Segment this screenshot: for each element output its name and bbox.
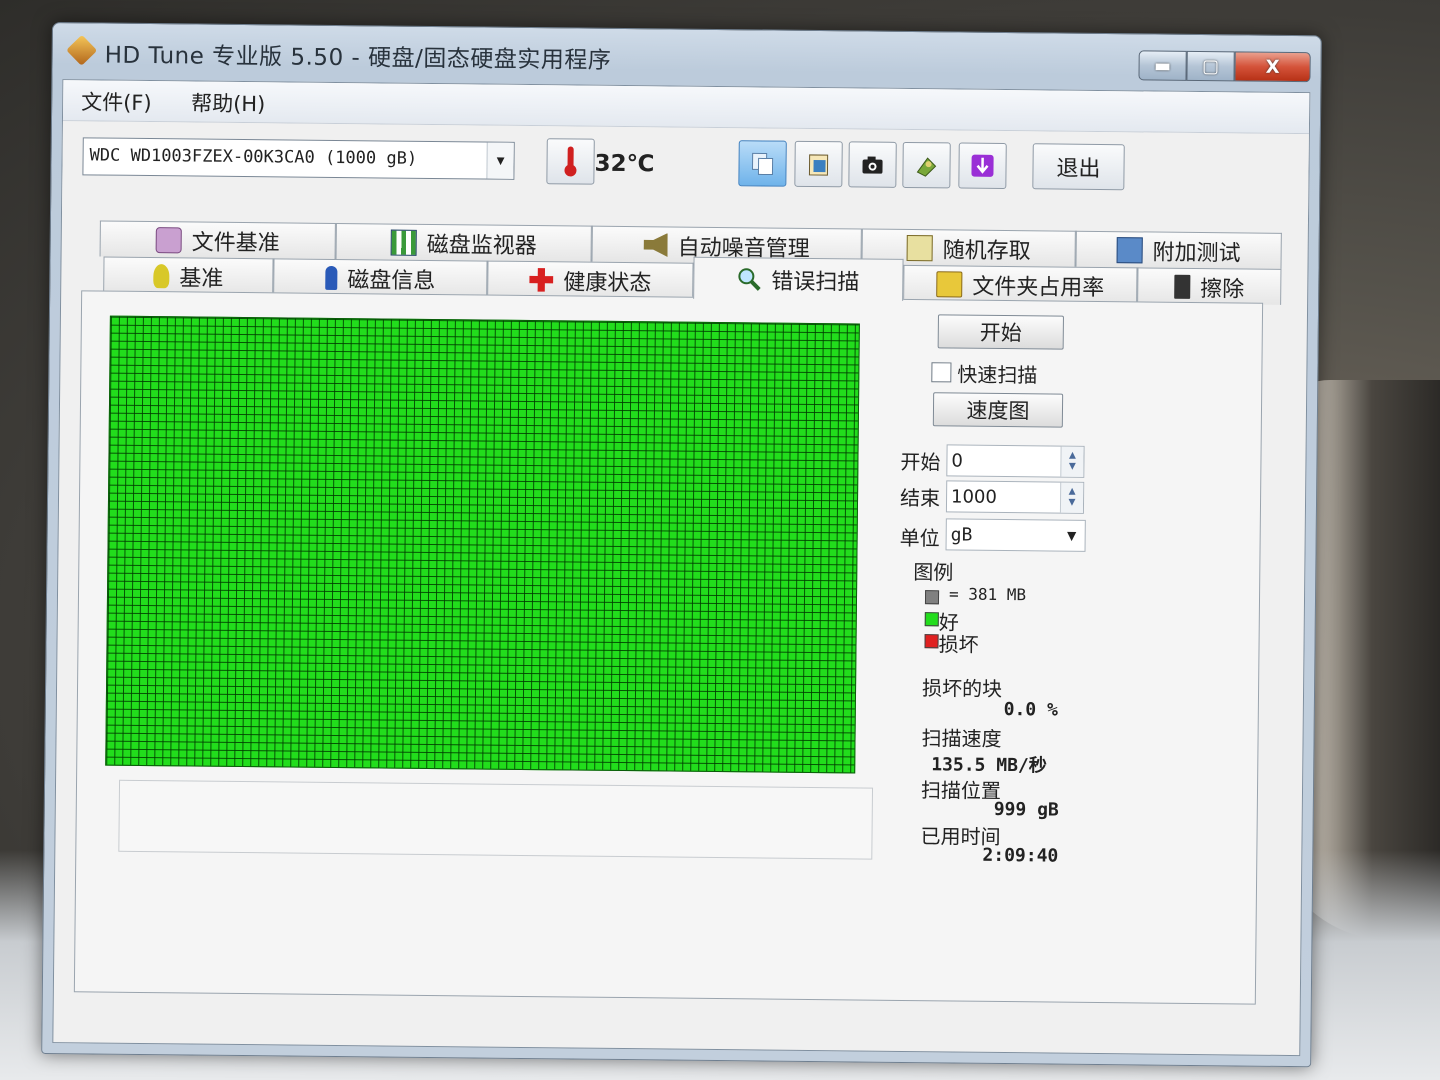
extra-tests-icon [1116, 236, 1143, 263]
tab-label: 文件基准 [191, 229, 280, 256]
app-window: HD Tune 专业版 5.50 - 硬盘/固态硬盘实用程序 ▬ ▢ X 文件(… [41, 22, 1322, 1068]
download-button[interactable] [958, 142, 1007, 190]
scan-speed-value: 135.5 MB/秒 [931, 754, 1047, 777]
client-area: 文件(F) 帮助(H) WDC WD1003FZEX-00K3CA0 (1000… [52, 79, 1311, 1057]
tab-disk-monitor[interactable]: 磁盘监视器 [335, 222, 592, 262]
start-button[interactable]: 开始 [937, 314, 1064, 350]
tab-label: 附加测试 [1152, 240, 1241, 266]
tab-health[interactable]: 健康状态 [487, 260, 694, 299]
unit-value: gB [950, 524, 973, 546]
bar-chart-icon [390, 229, 417, 256]
minimize-button[interactable]: ▬ [1138, 50, 1187, 81]
chevron-down-icon[interactable]: ▼ [1059, 521, 1085, 551]
legend-good-swatch [924, 612, 939, 627]
copy-button[interactable] [738, 140, 787, 187]
random-access-icon [906, 234, 933, 261]
temperature-button[interactable] [546, 138, 595, 185]
start-position-label: 开始 [900, 449, 941, 475]
copy-icon [751, 152, 774, 176]
tab-folder-usage[interactable]: 文件夹占用率 [903, 264, 1138, 304]
legend-block-size: = 381 MB [948, 584, 1027, 605]
camera-icon [862, 156, 883, 174]
speed-map-button[interactable]: 速度图 [932, 392, 1064, 428]
legend-title: 图例 [913, 560, 954, 585]
legend-bad-label: 损坏 [938, 632, 979, 657]
start-position-field[interactable]: 0 ▲ ▼ [946, 444, 1085, 478]
close-button[interactable]: X [1234, 51, 1311, 83]
damaged-blocks-value: 0.0 % [1003, 699, 1058, 721]
unit-label: 单位 [899, 525, 940, 551]
elapsed-time-value: 2:09:40 [982, 844, 1059, 867]
tab-label: 磁盘监视器 [426, 232, 537, 259]
speaker-icon [644, 233, 668, 257]
drive-select[interactable]: WDC WD1003FZEX-00K3CA0 (1000 gB) ▼ [82, 137, 515, 180]
settings-button[interactable] [902, 141, 951, 189]
tab-label: 健康状态 [563, 269, 652, 296]
tab-label: 擦除 [1200, 276, 1245, 302]
exit-button[interactable]: 退出 [1032, 143, 1125, 191]
quick-scan-label: 快速扫描 [957, 362, 1038, 388]
window-title: HD Tune 专业版 5.50 - 硬盘/固态硬盘实用程序 [104, 42, 612, 74]
legend-block-swatch [924, 590, 940, 605]
tab-benchmark[interactable]: 基准 [103, 256, 274, 295]
clipboard-icon [808, 154, 829, 176]
damaged-blocks-label: 损坏的块 [921, 676, 1003, 701]
start-position-value: 0 [951, 450, 964, 472]
scan-speed-label: 扫描速度 [921, 726, 1002, 751]
legend-bad-swatch [924, 634, 939, 649]
red-cross-icon [529, 268, 553, 292]
end-position-value: 1000 [950, 486, 997, 508]
file-benchmark-icon [155, 226, 182, 253]
maximize-button[interactable]: ▢ [1186, 50, 1235, 82]
menu-file[interactable]: 文件(F) [81, 86, 152, 117]
error-scan-panel: 开始 快速扫描 速度图 开始 0 ▲▼ 结束 1000 ▲▼ 单位 gB ▼ [73, 290, 1264, 1005]
app-icon [66, 34, 98, 66]
copy-report-button[interactable] [794, 140, 843, 188]
download-icon [971, 154, 994, 177]
settings-icon [916, 157, 937, 177]
tab-erase[interactable]: 擦除 [1137, 267, 1282, 305]
screenshot-button[interactable] [848, 141, 897, 188]
chevron-down-icon[interactable]: ▼ [486, 142, 514, 179]
tab-label: 基准 [179, 265, 224, 292]
end-position-field[interactable]: 1000 ▲ ▼ [945, 480, 1085, 514]
block-map [105, 315, 860, 774]
tab-extra-tests[interactable]: 附加测试 [1075, 230, 1282, 269]
end-position-label: 结束 [899, 485, 941, 511]
scan-controls: 开始 快速扫描 速度图 开始 0 ▲▼ 结束 1000 ▲▼ 单位 gB ▼ [885, 312, 1252, 996]
lightbulb-icon [153, 263, 170, 288]
status-box [118, 779, 874, 860]
trash-icon [1174, 274, 1191, 299]
tab-disk-info[interactable]: 磁盘信息 [273, 258, 488, 297]
quick-scan-checkbox[interactable] [931, 362, 952, 383]
tab-label: 文件夹占用率 [972, 274, 1105, 301]
tab-label: 错误扫描 [771, 269, 860, 295]
drive-select-value: WDC WD1003FZEX-00K3CA0 (1000 gB) [89, 145, 418, 169]
spinner-icon[interactable]: ▲ ▼ [1060, 446, 1084, 477]
tab-file-benchmark[interactable]: 文件基准 [99, 220, 336, 259]
unit-select[interactable]: gB ▼ [945, 518, 1086, 552]
tab-error-scan[interactable]: 错误扫描 [693, 256, 904, 301]
tab-label: 磁盘信息 [347, 267, 436, 294]
spinner-icon[interactable]: ▲ ▼ [1059, 482, 1084, 513]
toolbar: WDC WD1003FZEX-00K3CA0 (1000 gB) ▼ 32℃ 退… [62, 121, 1309, 225]
folder-icon [936, 270, 963, 298]
thermometer-icon [564, 146, 576, 176]
magnifier-icon [738, 267, 761, 291]
info-icon [325, 265, 338, 290]
menu-help[interactable]: 帮助(H) [191, 87, 265, 118]
scan-position-value: 999 gB [993, 798, 1059, 821]
temperature-value: 32℃ [594, 150, 655, 178]
tab-label: 随机存取 [942, 237, 1031, 264]
